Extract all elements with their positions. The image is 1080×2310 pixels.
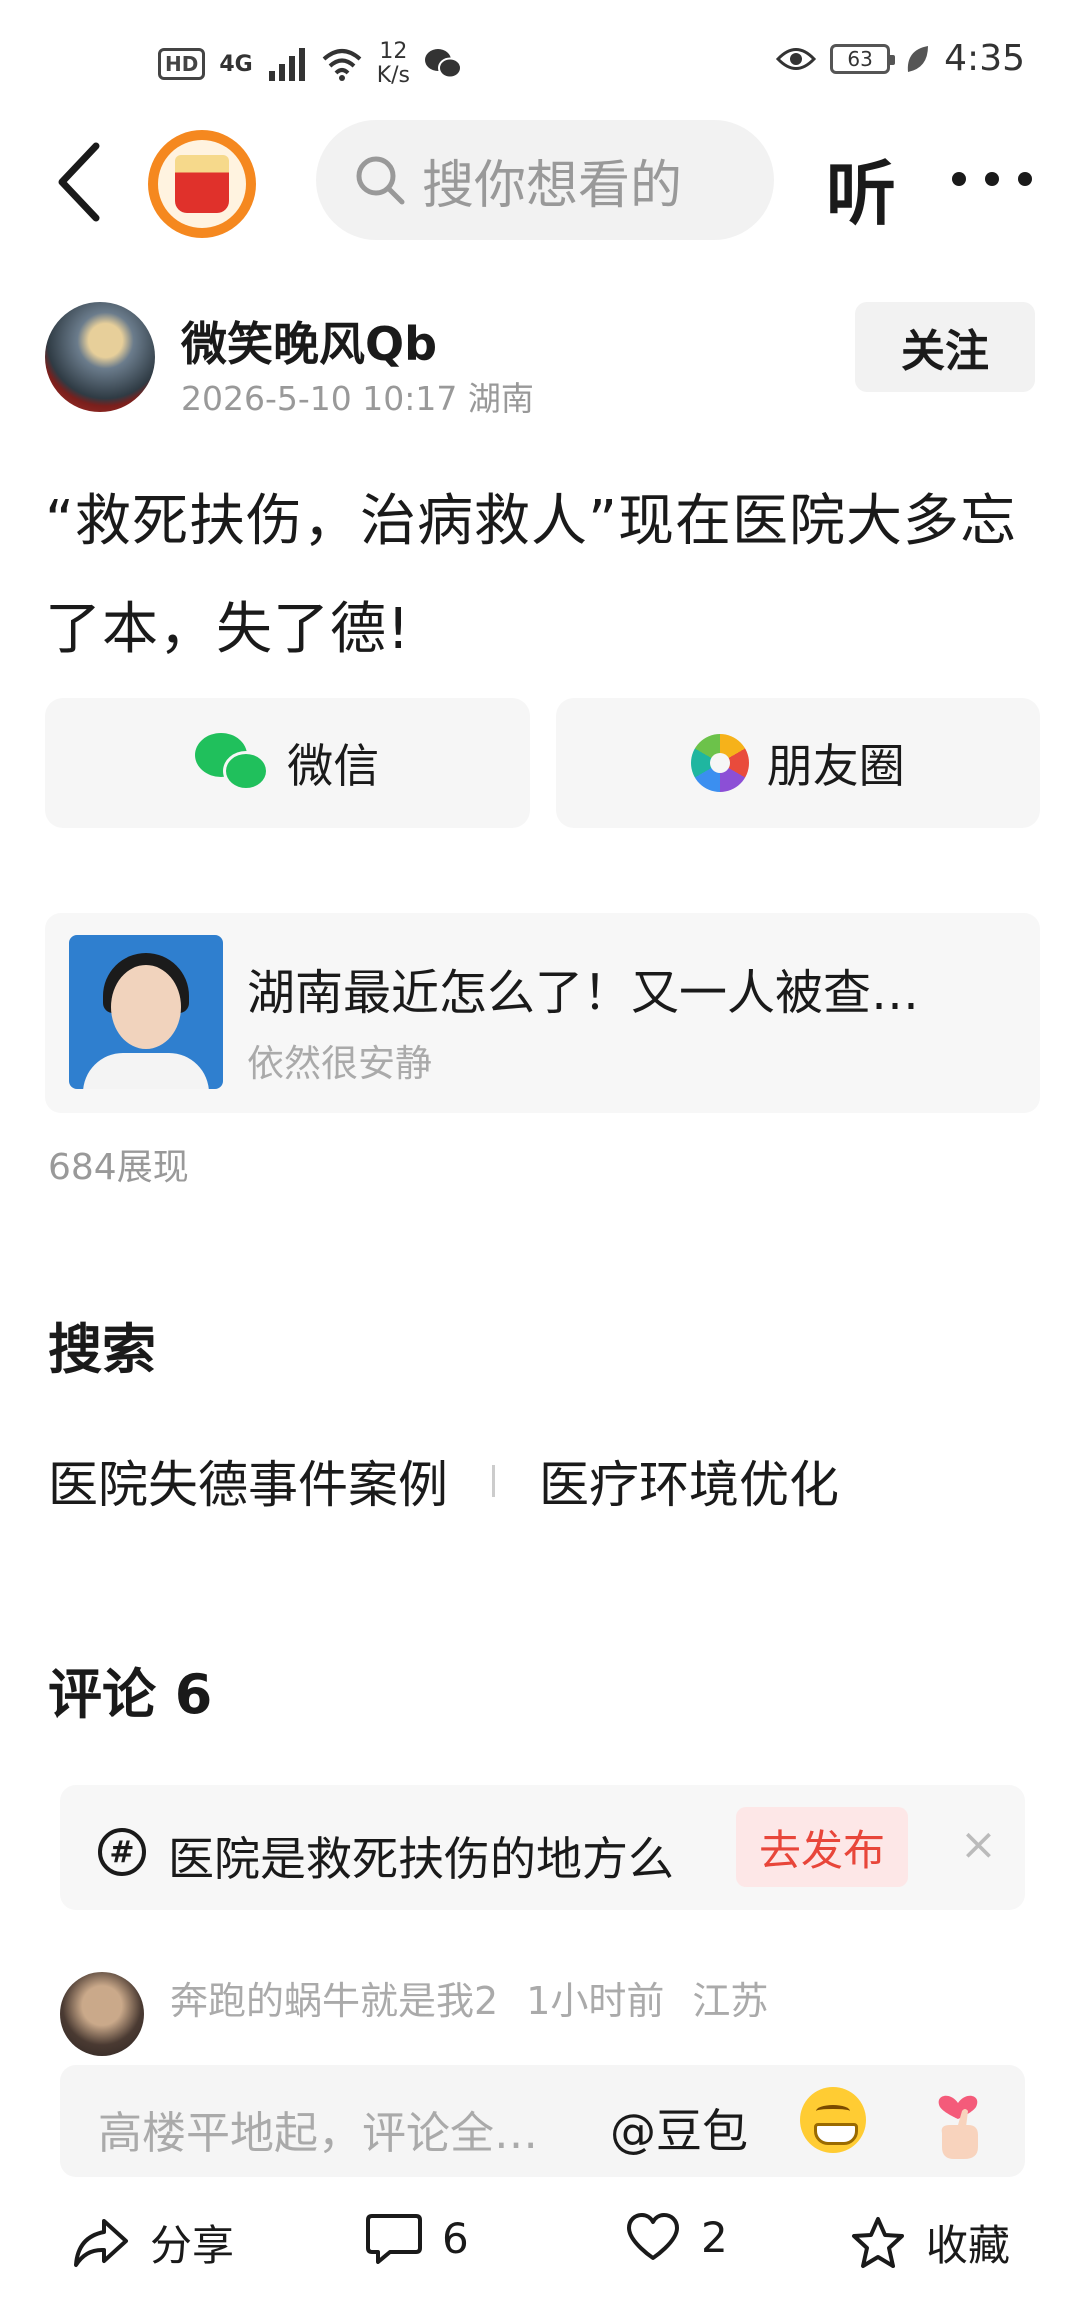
leaf-icon: [907, 45, 929, 72]
search-suggestion[interactable]: 医疗环境优化: [539, 1445, 839, 1517]
cup-graphic: [175, 155, 229, 213]
more-options-icon[interactable]: [952, 172, 1032, 192]
moments-icon: [690, 734, 749, 792]
logo-inner: [158, 140, 246, 228]
share-wechat-label: 微信: [287, 739, 380, 793]
wechat-notification-icon: [425, 49, 463, 79]
post-title: “救死扶伤，治病救人”现在医院大多忘了本，失了德!: [45, 489, 1018, 662]
related-article-card[interactable]: 湖南最近怎么了！又一人被查… 依然很安静: [45, 913, 1040, 1113]
comments-section-title: 评论 6: [48, 1663, 213, 1726]
share-button[interactable]: 分享: [72, 2212, 234, 2273]
wifi-icon: [322, 49, 362, 81]
related-source: 依然很安静: [247, 1042, 432, 1085]
mention-doubao-button[interactable]: @豆包: [610, 2095, 748, 2161]
finger-heart-emoji-icon[interactable]: [928, 2081, 988, 2161]
eye-icon: [776, 47, 817, 70]
bottom-action-bar: 分享 6 2 收藏: [0, 2190, 1080, 2310]
top-nav: 搜你想看的 听: [0, 120, 1080, 245]
network-label: 4G: [219, 51, 253, 77]
topic-prompt: # 医院是救死扶伤的地方么 去发布 ×: [60, 1785, 1025, 1910]
like-count: 2: [701, 2212, 728, 2262]
commenter-avatar[interactable]: [60, 1972, 144, 2056]
comment-time: 1小时前: [526, 1979, 665, 2023]
favorite-button[interactable]: 收藏: [850, 2212, 1010, 2273]
share-label: 分享: [150, 2221, 235, 2270]
network-speed: 12 K/s: [377, 40, 410, 88]
search-suggestion[interactable]: 医院失德事件案例: [48, 1445, 448, 1517]
wechat-icon: [195, 733, 270, 793]
author-avatar[interactable]: [45, 302, 155, 412]
clock: 4:35: [944, 38, 1025, 79]
heart-icon: [627, 2213, 679, 2260]
speed-unit: K/s: [376, 63, 411, 88]
favorite-label: 收藏: [926, 2221, 1011, 2270]
listen-button[interactable]: 听: [826, 138, 896, 239]
battery-level: 63: [847, 46, 873, 71]
signal-icon: [268, 48, 305, 81]
status-left: HD 4G 12 K/s: [158, 40, 463, 88]
publish-button[interactable]: 去发布: [736, 1807, 908, 1887]
hd-icon: HD: [158, 48, 206, 80]
search-input[interactable]: 搜你想看的: [316, 120, 774, 240]
author-name[interactable]: 微笑晚风Qb: [181, 308, 437, 374]
comment-count: 6: [442, 2213, 469, 2263]
commenter-name[interactable]: 奔跑的蜗牛就是我2: [170, 1970, 498, 2025]
search-icon: [356, 156, 405, 205]
share-wechat-button[interactable]: 微信: [45, 698, 530, 828]
post-location: 湖南: [467, 379, 534, 418]
follow-button[interactable]: 关注: [855, 302, 1035, 392]
share-row: 微信 朋友圈: [45, 698, 1040, 828]
star-icon: [852, 2216, 904, 2268]
hashtag-icon: #: [98, 1828, 146, 1876]
comment-meta: 奔跑的蜗牛就是我2 1小时前 江苏: [170, 1970, 768, 2025]
comment-icon: [366, 2214, 422, 2264]
search-suggestions: 医院失德事件案例 医疗环境优化: [48, 1445, 839, 1517]
share-moments-button[interactable]: 朋友圈: [555, 698, 1040, 828]
comment-button[interactable]: 6: [366, 2212, 469, 2264]
comment-input[interactable]: 高楼平地起，评论全… @豆包: [60, 2065, 1025, 2177]
topic-text[interactable]: 医院是救死扶伤的地方么: [168, 1823, 674, 1889]
close-icon[interactable]: ×: [960, 1819, 997, 1870]
view-count: 684展现: [48, 1147, 189, 1188]
grin-emoji-icon[interactable]: [800, 2087, 866, 2153]
back-icon[interactable]: [50, 140, 110, 225]
status-bar: HD 4G 12 K/s 63 4:35: [0, 0, 1080, 120]
status-right: 63 4:35: [776, 38, 1025, 79]
related-thumbnail: [69, 935, 223, 1089]
speed-value: 12: [379, 39, 408, 64]
author-row: 微笑晚风Qb 2026-5-10 10:17 湖南 关注: [45, 300, 1035, 418]
author-meta: 2026-5-10 10:17 湖南: [181, 372, 534, 420]
divider: [492, 1465, 495, 1497]
like-button[interactable]: 2: [625, 2212, 728, 2262]
comment-location: 江苏: [692, 1979, 769, 2023]
search-placeholder: 搜你想看的: [422, 155, 683, 216]
post-datetime: 2026-5-10 10:17: [181, 379, 458, 418]
comment-placeholder: 高楼平地起，评论全…: [98, 2108, 538, 2159]
share-moments-label: 朋友圈: [766, 739, 905, 793]
share-icon: [74, 2218, 128, 2267]
app-logo[interactable]: [148, 130, 256, 238]
search-section-title: 搜索: [48, 1318, 156, 1381]
related-title: 湖南最近怎么了！又一人被查…: [247, 965, 920, 1021]
battery-icon: 63: [830, 43, 896, 74]
